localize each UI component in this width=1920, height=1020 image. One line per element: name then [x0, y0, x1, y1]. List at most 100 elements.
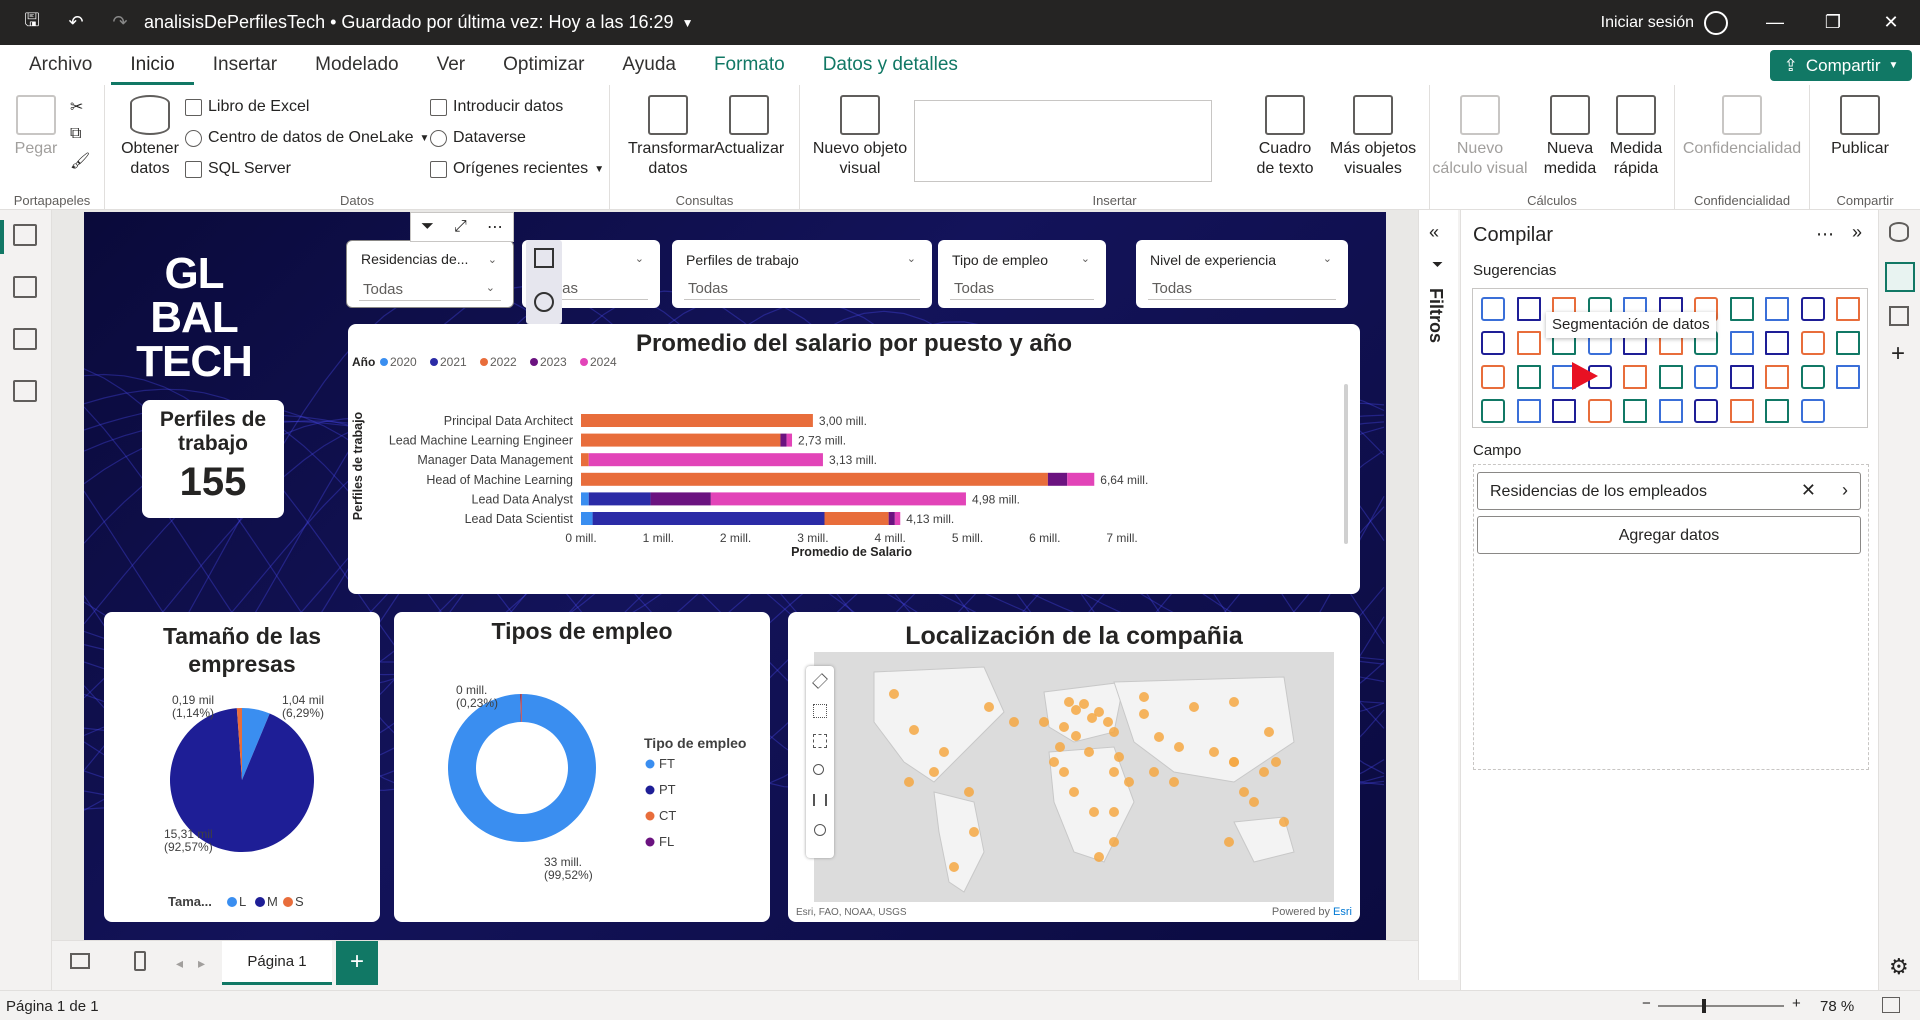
enter-data-button[interactable]: Introducir datos — [430, 98, 563, 116]
visual-type-icon[interactable] — [1516, 331, 1541, 355]
visual-type-icon[interactable] — [1765, 399, 1789, 423]
minimize-button[interactable]: — — [1746, 12, 1804, 33]
visual-type-icon[interactable] — [1800, 399, 1825, 423]
visual-type-icon[interactable] — [1658, 365, 1683, 389]
sql-server-button[interactable]: SQL Server — [185, 160, 291, 178]
file-title[interactable]: analisisDePerfilesTech • Guardado por úl… — [144, 12, 674, 33]
sign-in-link[interactable]: Iniciar sesión — [1601, 14, 1694, 32]
visual-type-icon[interactable] — [1836, 331, 1860, 355]
chevron-down-icon[interactable]: ▼ — [682, 16, 694, 30]
excel-button[interactable]: Libro de Excel — [185, 98, 309, 116]
restore-button[interactable]: ❐ — [1804, 12, 1862, 33]
build-pane-icon[interactable] — [1885, 262, 1915, 292]
expand-field-icon[interactable]: › — [1842, 480, 1848, 501]
paintbrush-icon[interactable] — [534, 292, 554, 312]
dataverse-button[interactable]: Dataverse — [430, 129, 526, 147]
esri-link[interactable]: Esri — [1333, 906, 1352, 918]
model-view-icon[interactable] — [13, 328, 37, 350]
new-measure-button[interactable]: Nueva medida — [1540, 95, 1600, 179]
dax-query-icon[interactable] — [13, 380, 37, 402]
visual-type-icon[interactable] — [1765, 331, 1789, 355]
new-visual-calc-button[interactable]: Nuevo cálculo visual — [1430, 95, 1530, 179]
report-view-icon[interactable] — [13, 224, 37, 246]
undo-icon[interactable]: ↶ — [64, 11, 88, 35]
transform-data-button[interactable]: Transformar datos — [628, 95, 715, 179]
tab-insertar[interactable]: Insertar — [194, 45, 296, 85]
tab-modelado[interactable]: Modelado — [296, 45, 417, 85]
fit-page-icon[interactable] — [1882, 997, 1900, 1013]
remove-field-icon[interactable]: ✕ — [1801, 480, 1816, 501]
tab-archivo[interactable]: Archivo — [10, 45, 111, 85]
sensitivity-button[interactable]: Confidencialidad — [1679, 95, 1805, 159]
more-visuals-button[interactable]: Más objetos visuales — [1328, 95, 1418, 179]
visual-type-icon[interactable] — [1729, 365, 1754, 389]
visual-type-icon[interactable] — [1481, 297, 1505, 321]
onelake-button[interactable]: Centro de datos de OneLake ▼ — [185, 129, 429, 147]
focus-mode-icon[interactable]: ⤢ — [454, 218, 467, 236]
kpi-card[interactable]: Perfiles de trabajo 155 — [142, 400, 284, 518]
mobile-layout-icon[interactable] — [134, 951, 146, 971]
visual-type-icon[interactable] — [1729, 331, 1754, 355]
tab-formato[interactable]: Formato — [695, 45, 804, 85]
bar-chart-card[interactable]: Promedio del salario por puesto y año Añ… — [348, 324, 1360, 594]
visual-type-icon[interactable] — [1729, 399, 1754, 423]
layers-icon[interactable] — [812, 673, 828, 689]
publish-button[interactable]: Publicar — [1820, 95, 1900, 159]
format-painter-icon[interactable]: 🖌 — [70, 151, 90, 171]
tab-ver[interactable]: Ver — [418, 45, 485, 85]
qr-select-icon[interactable] — [813, 704, 827, 718]
visual-type-icon[interactable] — [1658, 399, 1683, 423]
visual-type-icon[interactable] — [1481, 331, 1505, 355]
table-view-icon[interactable] — [13, 276, 37, 298]
share-button[interactable]: ⇪ Compartir ▼ — [1770, 50, 1912, 81]
page-tab-1[interactable]: Página 1 — [222, 941, 332, 985]
format-pane-icon[interactable] — [1889, 306, 1909, 326]
visual-type-icon[interactable] — [1516, 297, 1541, 321]
recent-sources-button[interactable]: Orígenes recientes ▼ — [430, 160, 604, 178]
zoom-in-icon[interactable]: + — [1792, 995, 1801, 1012]
visual-type-icon[interactable] — [1800, 331, 1825, 355]
visual-type-icon[interactable] — [1552, 399, 1576, 423]
quick-measure-button[interactable]: Medida rápida — [1602, 95, 1670, 179]
visual-type-icon[interactable] — [1694, 399, 1718, 423]
visual-type-icon[interactable] — [1836, 297, 1860, 321]
zoom-thumb[interactable] — [1702, 999, 1706, 1013]
redo-icon[interactable]: ↷ — [108, 11, 132, 35]
map-card[interactable]: Localización de la compañia Esri, FAO, N… — [788, 612, 1360, 922]
visual-type-icon[interactable] — [1481, 399, 1505, 423]
rect-select-icon[interactable] — [813, 734, 827, 748]
collapse-pane-icon[interactable]: » — [1852, 222, 1862, 243]
filters-pane[interactable]: « ⏷ Filtros — [1418, 210, 1458, 980]
visual-type-icon[interactable] — [1765, 365, 1789, 389]
visual-type-icon[interactable] — [1623, 365, 1647, 389]
visual-type-icon[interactable] — [1623, 399, 1647, 423]
visual-type-icon[interactable] — [1836, 365, 1860, 389]
settings-icon[interactable]: ⚙ — [1889, 954, 1909, 980]
add-page-button[interactable]: + — [336, 941, 378, 985]
tab-inicio[interactable]: Inicio — [111, 45, 194, 85]
more-options-icon[interactable]: ⋯ — [1816, 224, 1834, 245]
search-icon[interactable] — [813, 764, 824, 775]
visual-type-icon[interactable] — [1800, 365, 1825, 389]
data-pane-icon[interactable] — [1889, 222, 1909, 242]
visual-type-icon[interactable] — [1694, 365, 1718, 389]
slicer-dropdown[interactable]: Todas ⌄ — [359, 275, 501, 301]
visual-type-icon[interactable] — [1765, 297, 1789, 321]
slicer-residencias[interactable]: Residencias de... ⌄ Todas ⌄ — [346, 240, 514, 308]
slicer-dropdown[interactable]: Todas — [950, 274, 1094, 300]
visual-type-icon[interactable] — [1516, 365, 1541, 389]
zoom-slider[interactable] — [1658, 999, 1784, 1013]
bars-icon[interactable] — [813, 794, 827, 806]
next-page-icon[interactable]: ▸ — [198, 955, 205, 972]
tab-datos-detalles[interactable]: Datos y detalles — [804, 45, 977, 85]
zoom-out-icon[interactable]: − — [1642, 995, 1651, 1012]
chart-format-icon[interactable] — [534, 248, 554, 268]
close-button[interactable]: ✕ — [1862, 12, 1920, 33]
textbox-button[interactable]: Cuadro de texto — [1250, 95, 1320, 179]
filter-icon[interactable]: ⏷ — [421, 218, 434, 236]
visual-type-icon[interactable] — [1800, 297, 1825, 321]
more-options-icon[interactable]: ⋯ — [487, 217, 503, 237]
visual-type-icon[interactable] — [1516, 399, 1541, 423]
tab-ayuda[interactable]: Ayuda — [603, 45, 695, 85]
paste-button[interactable]: Pegar — [14, 95, 58, 159]
